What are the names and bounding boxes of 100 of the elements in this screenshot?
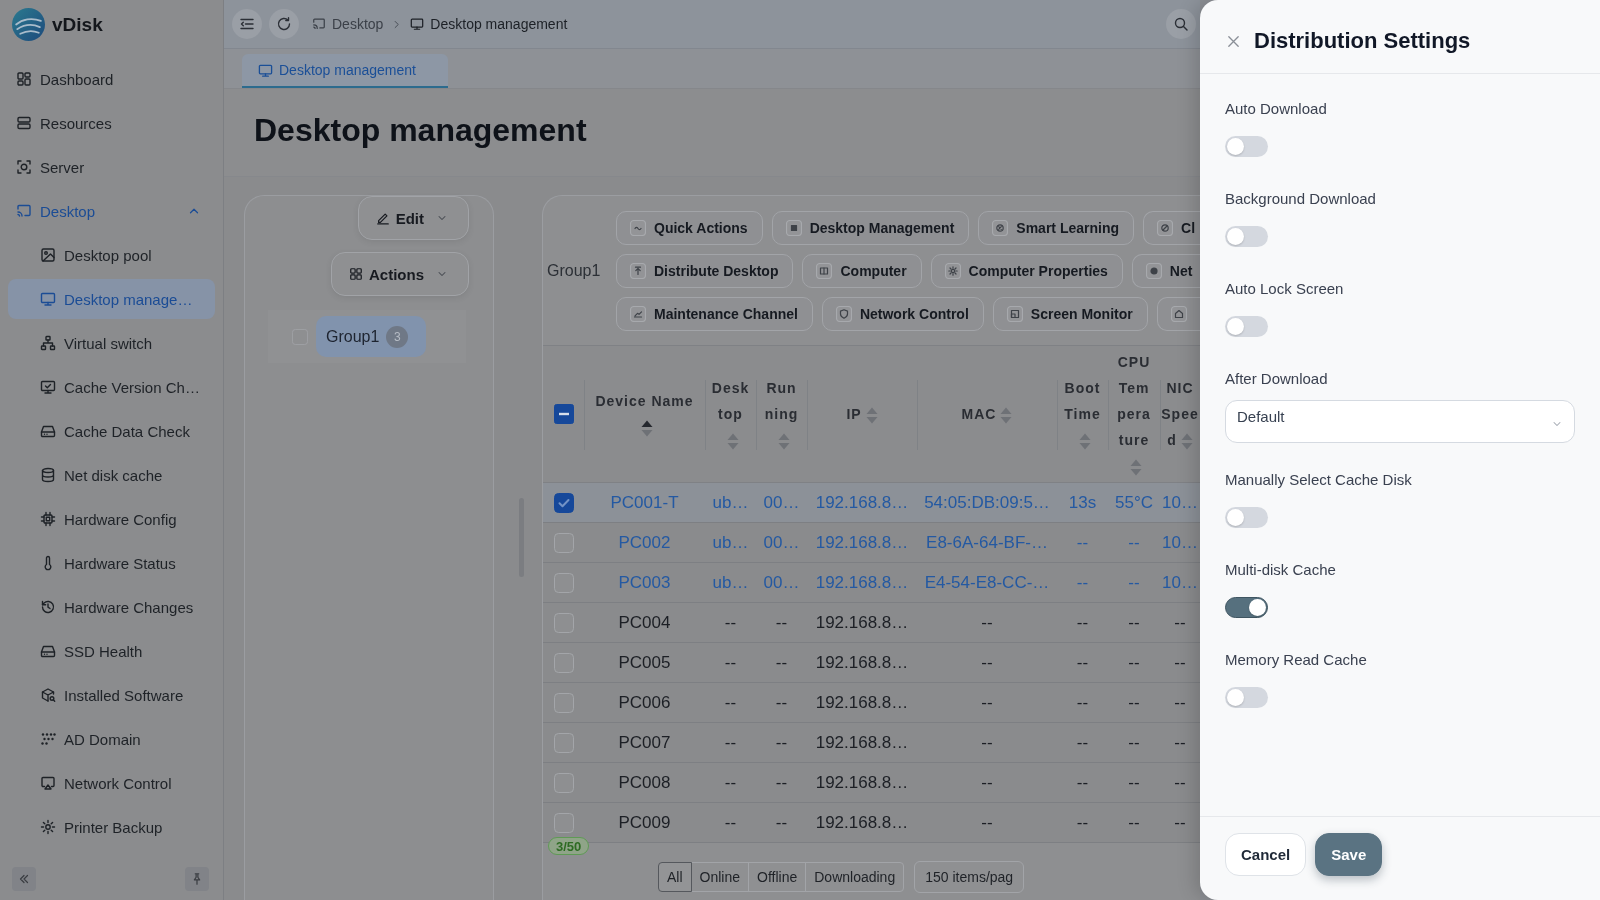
toggle-switch[interactable]	[1225, 596, 1268, 618]
toolbar-button[interactable]: Screen Monitor	[992, 297, 1148, 331]
cast-icon	[16, 203, 32, 219]
column-header[interactable]: Device Name	[592, 388, 697, 440]
search-button[interactable]	[1166, 9, 1196, 39]
sidebar-item[interactable]: Desktop pool	[8, 235, 215, 275]
toolbar-button[interactable]	[1156, 297, 1200, 331]
sidebar-item[interactable]: Desktop	[8, 191, 215, 231]
sidebar-item[interactable]: Server	[8, 147, 215, 187]
column-header[interactable]: MAC	[961, 401, 1013, 427]
table-row[interactable]: PC009 -- -- 192.168.8… -- -- -- --	[543, 803, 1200, 843]
filter-tab[interactable]: Offline	[748, 862, 807, 892]
monitor-icon	[258, 62, 273, 78]
sidebar-item[interactable]: Printer Backup	[8, 807, 215, 847]
table-cell: 55°C	[1115, 492, 1153, 513]
toolbar-button[interactable]: Computer	[802, 254, 922, 288]
menu-button[interactable]	[232, 9, 262, 39]
column-header[interactable]: IP	[846, 401, 878, 427]
checkbox[interactable]	[553, 572, 574, 593]
cancel-button[interactable]: Cancel	[1225, 833, 1307, 876]
checkbox[interactable]	[553, 532, 574, 553]
toolbar-button[interactable]: Maintenance Channel	[616, 297, 813, 331]
checkbox[interactable]	[553, 772, 574, 793]
checkbox[interactable]	[553, 732, 574, 753]
breadcrumb-link[interactable]: Desktop	[312, 16, 384, 32]
sidebar-item[interactable]: Cache Data Check	[8, 411, 215, 451]
table-row[interactable]: PC005 -- -- 192.168.8… -- -- -- --	[543, 643, 1200, 683]
group-item[interactable]: Group1 3	[316, 316, 427, 357]
toolbar-button[interactable]: Network Control	[821, 297, 984, 331]
monitor-icon	[40, 291, 56, 307]
column-header[interactable]: NIC Speed	[1161, 375, 1199, 453]
table-cell: --	[1076, 812, 1089, 833]
checkbox[interactable]	[553, 404, 574, 424]
table-cell: --	[1128, 732, 1140, 753]
setting-label: Auto Lock Screen	[1225, 279, 1345, 299]
sidebar-item[interactable]: AD Domain	[8, 719, 215, 759]
table-cell: --	[1128, 572, 1140, 593]
toggle-switch[interactable]	[1225, 315, 1268, 337]
filter-tab[interactable]: All	[658, 862, 692, 892]
table-cell: E4-54-E8-CC-…	[924, 572, 1050, 593]
table-cell: --	[1128, 652, 1140, 673]
toolbar-button[interactable]: Desktop Management	[771, 211, 970, 245]
sidebar-item[interactable]: Desktop manage…	[8, 279, 215, 319]
sidebar-item[interactable]: SSD Health	[8, 631, 215, 671]
toggle-switch[interactable]	[1225, 506, 1268, 528]
airplay-icon	[40, 775, 56, 791]
page-size-select[interactable]: 150 items/pag	[914, 861, 1025, 893]
checkbox[interactable]	[553, 692, 574, 713]
table-cell: 192.168.8…	[815, 572, 909, 593]
checkbox[interactable]	[553, 812, 574, 833]
column-header[interactable]: Desktop	[711, 375, 750, 453]
toolbar-button[interactable]: Quick Actions	[616, 211, 763, 245]
arrow-up-icon	[630, 263, 646, 279]
table-row[interactable]: PC008 -- -- 192.168.8… -- -- -- --	[543, 763, 1200, 803]
table-cell: ub…	[712, 532, 749, 553]
toggle-switch[interactable]	[1225, 135, 1268, 157]
table-row[interactable]: PC006 -- -- 192.168.8… -- -- -- --	[543, 683, 1200, 723]
table-row[interactable]: PC004 -- -- 192.168.8… -- -- -- --	[543, 603, 1200, 643]
filter-tab[interactable]: Downloading	[805, 862, 905, 892]
pin-button[interactable]	[185, 867, 209, 891]
sidebar-item[interactable]: Resources	[8, 103, 215, 143]
sidebar-item[interactable]: Net disk cache	[8, 455, 215, 495]
table-row[interactable]: PC007 -- -- 192.168.8… -- -- -- --	[543, 723, 1200, 763]
close-icon[interactable]	[1226, 33, 1241, 49]
select-field[interactable]: Default	[1225, 400, 1575, 443]
save-button[interactable]: Save	[1315, 833, 1383, 876]
toggle-switch[interactable]	[1225, 225, 1268, 247]
table-cell: --	[724, 692, 737, 713]
tab[interactable]: Desktop management	[242, 54, 448, 88]
refresh-button[interactable]	[269, 9, 299, 39]
table-cell: 13s	[1068, 492, 1097, 513]
column-header[interactable]: Running	[762, 375, 801, 453]
toolbar-button[interactable]: Distribute Desktop	[616, 254, 794, 288]
breadcrumb-current[interactable]: Desktop management	[410, 16, 568, 32]
sidebar-item[interactable]: Network Control	[8, 763, 215, 803]
sidebar-item[interactable]: Hardware Status	[8, 543, 215, 583]
toolbar-button[interactable]: Computer Properties	[930, 254, 1123, 288]
column-header[interactable]: Boot Time	[1063, 375, 1102, 453]
sidebar-item[interactable]: Hardware Config	[8, 499, 215, 539]
checkbox[interactable]	[553, 652, 574, 673]
sidebar-item[interactable]: Virtual switch	[8, 323, 215, 363]
dropdown-button[interactable]: Actions	[331, 252, 469, 296]
sidebar-item[interactable]: Installed Software	[8, 675, 215, 715]
sidebar-item[interactable]: Hardware Changes	[8, 587, 215, 627]
toggle-switch[interactable]	[1225, 686, 1268, 708]
server-stack-icon	[16, 115, 32, 131]
column-header[interactable]: CPU Temperature	[1115, 349, 1153, 479]
dropdown-button[interactable]: Edit	[357, 196, 469, 240]
checkbox[interactable]	[553, 612, 574, 633]
toolbar-button[interactable]: Cl	[1143, 211, 1200, 245]
toolbar-button[interactable]: Smart Learning	[978, 211, 1135, 245]
sidebar-item[interactable]: Dashboard	[8, 59, 215, 99]
collapse-button[interactable]	[12, 867, 36, 891]
filter-tab[interactable]: Online	[690, 862, 750, 892]
sidebar-item[interactable]: Cache Version Ch…	[8, 367, 215, 407]
table-cell: --	[1174, 812, 1186, 833]
checkbox[interactable]	[553, 492, 574, 513]
dots-icon	[40, 731, 56, 747]
table-cell: PC008	[618, 772, 671, 793]
toolbar-button[interactable]: Net	[1131, 254, 1200, 288]
